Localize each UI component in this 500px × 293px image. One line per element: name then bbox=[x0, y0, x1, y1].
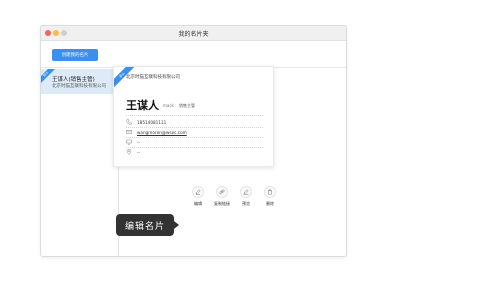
card-actions: 编辑 复制链接 预览 删除 bbox=[145, 186, 276, 210]
card-english-name: mack bbox=[163, 103, 174, 108]
card-fax: -- bbox=[137, 139, 141, 145]
card-name: 王谋人 bbox=[126, 99, 159, 112]
card-email[interactable]: wangmoren@wsec.com bbox=[137, 130, 187, 135]
card-address: -- bbox=[137, 149, 141, 155]
card-list-sidebar: 默认 王谋人(销售主管) 北京时猫互联科技有限公司 bbox=[41, 68, 119, 256]
copy-link-label: 复制链接 bbox=[214, 201, 230, 206]
business-card-preview: 默认 北京时猫互联科技有限公司 王谋人 mack 销售主管 1851408111… bbox=[113, 66, 274, 167]
phone-row: 18514081111 bbox=[126, 118, 166, 126]
title-bar: 我的名片夹 bbox=[41, 26, 346, 41]
divider bbox=[126, 147, 263, 148]
divider bbox=[126, 137, 263, 138]
location-icon bbox=[126, 149, 132, 155]
sidebar-item-company: 北京时猫互联科技有限公司 bbox=[52, 84, 106, 89]
delete-icon bbox=[264, 186, 276, 198]
copy-link-button[interactable]: 复制链接 bbox=[212, 186, 232, 210]
email-row: wangmoren@wsec.com bbox=[126, 128, 187, 136]
sidebar-item-card[interactable]: 默认 王谋人(销售主管) 北京时猫互联科技有限公司 bbox=[41, 69, 118, 94]
delete-button[interactable]: 删除 bbox=[260, 186, 280, 210]
card-job-title: 销售主管 bbox=[179, 103, 195, 108]
link-icon bbox=[216, 186, 228, 198]
edit-button[interactable]: 编辑 bbox=[188, 186, 208, 210]
edit-card-tooltip: 编辑名片 bbox=[116, 214, 174, 236]
preview-label: 预览 bbox=[242, 201, 250, 206]
edit-icon bbox=[192, 186, 204, 198]
card-company: 北京时猫互联科技有限公司 bbox=[126, 75, 180, 80]
fax-icon bbox=[126, 139, 132, 145]
edit-label: 编辑 bbox=[194, 201, 202, 206]
delete-label: 删除 bbox=[266, 201, 274, 206]
toolbar: 创建我的名片 bbox=[41, 41, 346, 68]
create-card-button[interactable]: 创建我的名片 bbox=[52, 49, 98, 61]
email-icon bbox=[126, 129, 132, 135]
window-title: 我的名片夹 bbox=[178, 31, 209, 38]
address-row: -- bbox=[126, 148, 140, 156]
phone-icon bbox=[126, 119, 132, 125]
preview-button[interactable]: 预览 bbox=[236, 186, 256, 210]
card-phone: 18514081111 bbox=[137, 119, 167, 125]
divider bbox=[126, 115, 263, 116]
sidebar-item-name: 王谋人(销售主管) bbox=[52, 77, 95, 83]
fax-row: -- bbox=[126, 138, 140, 146]
preview-icon bbox=[240, 186, 252, 198]
tooltip-arrow bbox=[174, 221, 179, 229]
